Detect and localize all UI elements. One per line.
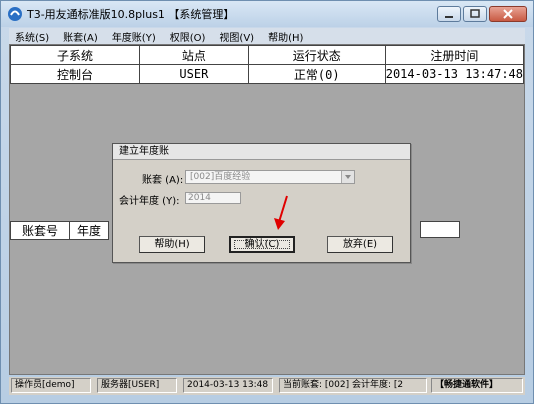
menu-system[interactable]: 系统(S) bbox=[15, 29, 49, 44]
account-label: 账套 (A): bbox=[142, 175, 184, 186]
maximize-icon bbox=[470, 9, 480, 18]
year-label: 会计年度 (Y): bbox=[119, 196, 180, 207]
account-select-value: [002]百度经验 bbox=[190, 172, 251, 182]
dropdown-arrow-button[interactable] bbox=[341, 171, 354, 183]
close-icon bbox=[503, 9, 513, 19]
create-year-account-dialog: 建立年度账 账套 (A): [002]百度经验 会计年度 (Y): 2014 帮… bbox=[112, 143, 411, 263]
menu-help[interactable]: 帮助(H) bbox=[268, 29, 303, 44]
abandon-button[interactable]: 放弃(E) bbox=[327, 236, 393, 253]
table-header-row: 子系统 站点 运行状态 注册时间 bbox=[10, 45, 525, 65]
cell-status: 正常(0) bbox=[247, 64, 386, 84]
account-select[interactable]: [002]百度经验 bbox=[185, 170, 355, 184]
account-header-tail bbox=[420, 221, 460, 238]
column-header-register-time[interactable]: 注册时间 bbox=[384, 45, 525, 65]
column-header-year[interactable]: 年度 bbox=[69, 221, 109, 240]
menu-view[interactable]: 视图(V) bbox=[219, 29, 254, 44]
cell-subsystem: 控制台 bbox=[10, 64, 140, 84]
table-row[interactable]: 控制台 USER 正常(0) 2014-03-13 13:47:48 bbox=[10, 64, 525, 84]
window-title: T3-用友通标准版10.8plus1 【系统管理】 bbox=[27, 8, 235, 21]
process-table: 子系统 站点 运行状态 注册时间 控制台 USER 正常(0) 2014-03-… bbox=[10, 45, 525, 84]
confirm-button[interactable]: 确认(C) bbox=[229, 236, 295, 253]
app-window: T3-用友通标准版10.8plus1 【系统管理】 系统(S) 账套(A) 年度… bbox=[0, 0, 534, 404]
minimize-icon bbox=[445, 16, 453, 18]
app-logo-icon bbox=[8, 7, 22, 21]
window-controls bbox=[437, 6, 527, 22]
help-button[interactable]: 帮助(H) bbox=[139, 236, 205, 253]
focus-rect bbox=[234, 240, 290, 249]
menu-account[interactable]: 账套(A) bbox=[63, 29, 98, 44]
cell-register-time: 2014-03-13 13:47:48 bbox=[384, 64, 525, 84]
column-header-site[interactable]: 站点 bbox=[138, 45, 249, 65]
cell-site: USER bbox=[138, 64, 249, 84]
status-current-account: 当前账套: [002] 会计年度: [2 bbox=[279, 378, 427, 393]
close-button[interactable] bbox=[489, 6, 527, 22]
menu-permission[interactable]: 权限(O) bbox=[170, 29, 206, 44]
status-server: 服务器[USER] bbox=[97, 378, 177, 393]
dialog-title[interactable]: 建立年度账 bbox=[113, 144, 410, 160]
title-bar[interactable]: T3-用友通标准版10.8plus1 【系统管理】 bbox=[1, 1, 533, 27]
year-input[interactable]: 2014 bbox=[185, 192, 241, 204]
annotation-arrow-icon bbox=[274, 195, 288, 230]
status-bar: 操作员[demo] 服务器[USER] 2014-03-13 13:48 当前账… bbox=[9, 377, 525, 395]
screen: T3-用友通标准版10.8plus1 【系统管理】 系统(S) 账套(A) 年度… bbox=[0, 0, 534, 404]
menu-bar: 系统(S) 账套(A) 年度账(Y) 权限(O) 视图(V) 帮助(H) bbox=[9, 28, 525, 44]
account-header-row: 账套号 年度 bbox=[10, 221, 109, 240]
menu-year-account[interactable]: 年度账(Y) bbox=[112, 29, 156, 44]
status-operator: 操作员[demo] bbox=[11, 378, 91, 393]
column-header-account-no[interactable]: 账套号 bbox=[10, 221, 70, 240]
minimize-button[interactable] bbox=[437, 6, 461, 22]
maximize-button[interactable] bbox=[463, 6, 487, 22]
column-header-subsystem[interactable]: 子系统 bbox=[10, 45, 140, 65]
status-brand: 【畅捷通软件】 bbox=[431, 378, 523, 393]
chevron-down-icon bbox=[345, 175, 351, 179]
column-header-status[interactable]: 运行状态 bbox=[247, 45, 386, 65]
account-table: 账套号 年度 bbox=[10, 221, 109, 240]
status-datetime: 2014-03-13 13:48 bbox=[183, 378, 273, 393]
